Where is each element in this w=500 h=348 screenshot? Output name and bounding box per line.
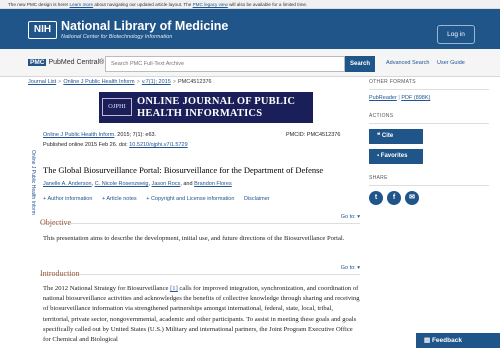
citation-line: Online J Public Health Inform. 2015; 7(1… [43,132,156,138]
breadcrumb: Journal List > Online J Public Health Info… [28,79,360,85]
actions-heading: ACTIONS [369,113,394,119]
side-journal-label[interactable]: Online J Public Health Inform [30,150,36,215]
facebook-icon[interactable]: f [387,191,401,205]
section-title-objective: Objective [40,218,72,227]
share-buttons: t f ✉ [369,191,489,205]
comment-icon: ▤ [424,337,432,344]
pmc-logo-mark: PMC [28,59,47,66]
pmc-search-bar: PMCPubMed Central® Search Advanced Searc… [0,49,500,77]
article-main: Journal List > Online J Public Health Info… [28,79,360,148]
cite-button[interactable]: ❝ Cite [369,129,423,144]
journal-banner[interactable]: OJPHI ONLINE JOURNAL OF PUBLIC HEALTH IN… [99,92,313,123]
breadcrumb-separator: > [58,79,62,85]
author-link[interactable]: Janelle A. Anderson [43,181,92,187]
author-separator: , [148,181,151,187]
divider [369,89,489,90]
intro-text: The 2012 National Strategy for Biosurvei… [43,285,171,292]
favorites-button[interactable]: ▪ Favorites [369,149,423,164]
intro-text-cont: calls for improved integration, synchron… [43,285,360,344]
divider [369,123,489,124]
nih-logo[interactable]: NIH [28,21,57,39]
right-sidebar: OTHER FORMATS PubReader | PDF (898K) ACT… [369,79,489,205]
goto-dropdown[interactable]: Go to: ▾ [341,265,360,271]
search-input[interactable] [105,56,345,72]
introduction-heading-row: Introduction Go to: ▾ [40,263,360,278]
author-separator: , [180,181,182,187]
feedback-label: Feedback [431,337,462,344]
author-link[interactable]: Brandon Flores [194,181,232,187]
reference-link[interactable]: [1] [170,285,178,292]
pmc-logo[interactable]: PMC PubMed Central® [28,59,104,66]
citation-details: . 2015; 7(1): e63. [114,132,157,138]
author-information-link[interactable]: Author information [47,196,92,202]
disclaimer-link[interactable]: Disclaimer [244,196,270,202]
login-button[interactable]: Log in [437,25,475,44]
nlm-header: NIH National Library of Medicine Nationa… [0,9,500,49]
breadcrumb-journal-list[interactable]: Journal List [28,79,56,85]
share-heading: SHARE [369,175,388,181]
chevron-down-icon: ▾ [357,214,360,220]
feedback-button[interactable]: ▤ Feedback [416,333,500,348]
objective-heading-row: Objective Go to: ▾ [40,212,360,227]
author-separator: , [91,181,94,187]
breadcrumb-journal[interactable]: Online J Public Health Inform [63,79,134,85]
legacy-view-link[interactable]: PMC legacy view [193,2,228,7]
published-date: Published online 2015 Feb 26. doi: [43,142,128,148]
chevron-down-icon: ▾ [357,265,360,271]
other-formats-heading: OTHER FORMATS [369,79,416,85]
favorites-label: Favorites [380,153,408,159]
copyright-link[interactable]: Copyright and License information [151,196,234,202]
notice-text-2: about navigating our updated article lay… [94,2,192,7]
breadcrumb-separator: > [172,79,176,85]
divider [369,185,489,186]
objective-paragraph: This presentation aims to describe the d… [43,235,345,242]
goto-dropdown[interactable]: Go to: ▾ [341,214,360,220]
cite-label: Cite [381,133,394,139]
journal-logo-mark: OJPHI [102,98,132,116]
pubreader-link[interactable]: PubReader [369,95,397,101]
pmcid: PMCID: PMC4512376 [286,132,341,138]
article-notes-link[interactable]: Article notes [106,196,136,202]
article-info-links: + Author information + Article notes + C… [43,196,270,202]
plus-icon: + [101,196,106,202]
breadcrumb-volume[interactable]: v.7(1); 2015 [142,79,171,85]
author-link[interactable]: C. Nicole Rosenzweig [95,181,149,187]
email-icon[interactable]: ✉ [405,191,419,205]
plus-icon: + [43,196,47,202]
user-guide-link[interactable]: User Guide [437,60,465,66]
search-button[interactable]: Search [345,56,375,72]
notice-text: The new PMC design is here! [8,2,69,7]
breadcrumb-separator: > [136,79,140,85]
author-link[interactable]: Jason Rocs [152,181,181,187]
pmc-logo-text: PubMed Central® [48,59,105,66]
learn-more-link[interactable]: Learn more [70,2,94,7]
twitter-icon[interactable]: t [369,191,383,205]
author-and: and [183,181,193,187]
advanced-search-link[interactable]: Advanced Search [386,60,429,66]
journal-banner-text: ONLINE JOURNAL OF PUBLIC HEALTH INFORMAT… [137,96,296,119]
breadcrumb-current: PMC4512376 [177,79,212,85]
goto-label: Go to: [340,265,356,271]
goto-label: Go to: [340,214,356,220]
doi-link[interactable]: 10.5210/ojphi.v7i1.5729 [129,142,187,148]
site-subtitle: National Center for Biotechnology Inform… [61,34,173,40]
author-list: Janelle A. Anderson, C. Nicole Rosenzwei… [43,181,232,187]
notice-bar: The new PMC design is here! Learn more a… [0,0,500,9]
pdf-link[interactable]: PDF (898K) [401,95,430,101]
introduction-paragraph: The 2012 National Strategy for Biosurvei… [43,284,360,348]
article-title: The Global Biosurveillance Portal: Biosu… [43,165,324,175]
journal-link[interactable]: Online J Public Health Inform [43,132,114,138]
notice-text-3: will also be available for a limited tim… [229,2,308,7]
plus-icon: + [146,196,150,202]
section-title-introduction: Introduction [40,269,80,278]
format-links: PubReader | PDF (898K) [369,95,489,101]
published-line: Published online 2015 Feb 26. doi: 10.52… [43,142,188,148]
site-title[interactable]: National Library of Medicine [61,19,228,33]
